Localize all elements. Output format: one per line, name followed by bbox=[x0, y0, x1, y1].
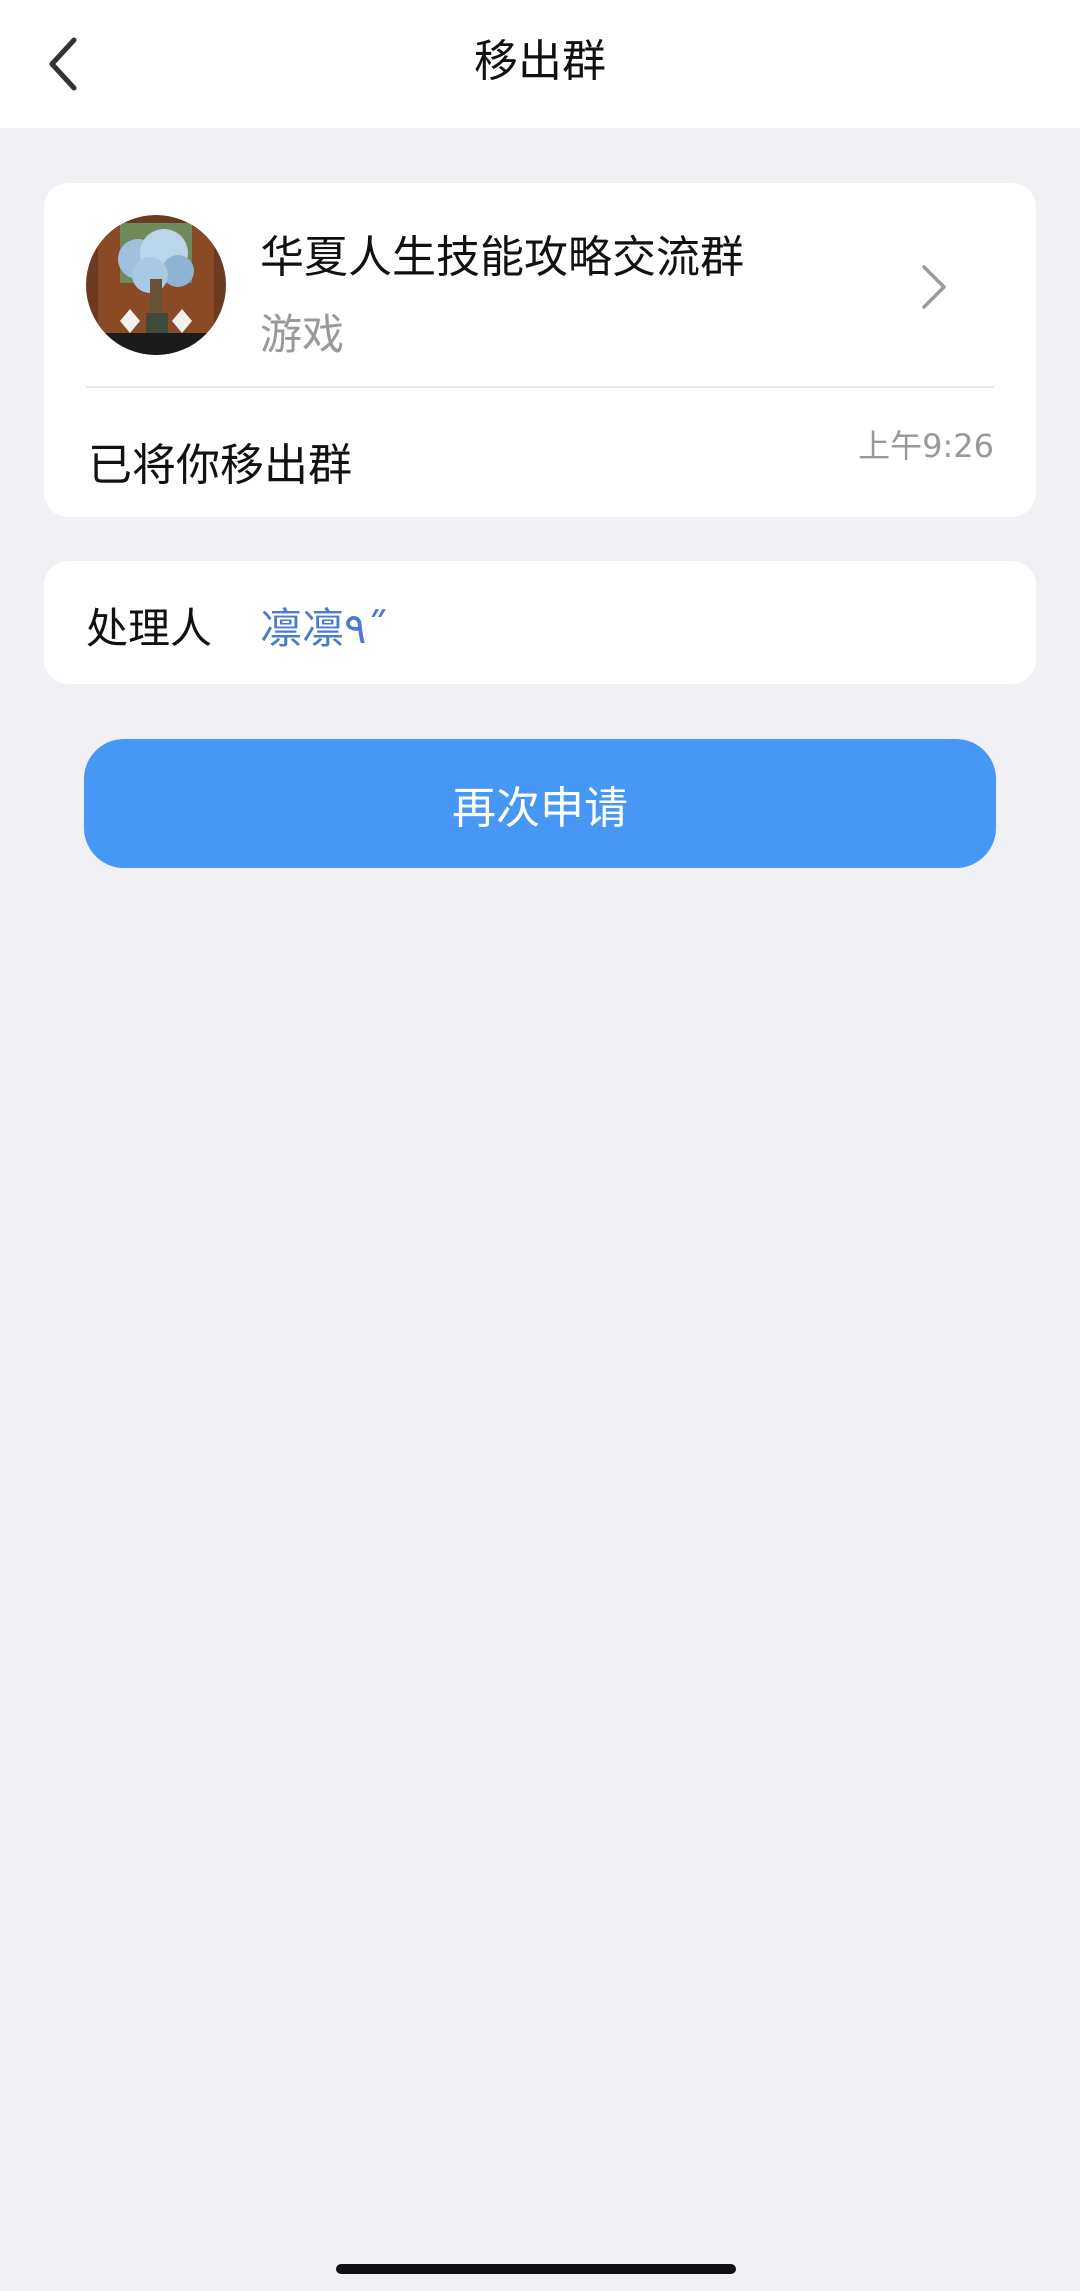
handler-name-link[interactable]: 凛凛٩˝ bbox=[260, 595, 388, 656]
divider bbox=[86, 386, 994, 388]
handler-label: 处理人 bbox=[86, 604, 213, 653]
group-avatar[interactable] bbox=[86, 215, 226, 355]
home-indicator bbox=[336, 2264, 736, 2274]
page-title: 移出群 bbox=[474, 36, 606, 87]
notice-timestamp: 上午9:26 bbox=[858, 427, 994, 465]
group-category: 游戏 bbox=[260, 310, 345, 359]
group-row[interactable]: 华夏人生技能攻略交流群 游戏 bbox=[44, 183, 1036, 387]
chevron-right-icon bbox=[922, 265, 946, 309]
removal-notice: 已将你移出群 bbox=[88, 440, 352, 491]
handler-card: 处理人 凛凛٩˝ bbox=[44, 561, 1036, 684]
navigation-bar: 移出群 bbox=[0, 0, 1080, 128]
group-info-card: 华夏人生技能攻略交流群 游戏 已将你移出群 上午9:26 bbox=[44, 183, 1036, 517]
group-name: 华夏人生技能攻略交流群 bbox=[260, 232, 744, 283]
reapply-button[interactable]: 再次申请 bbox=[84, 739, 996, 868]
